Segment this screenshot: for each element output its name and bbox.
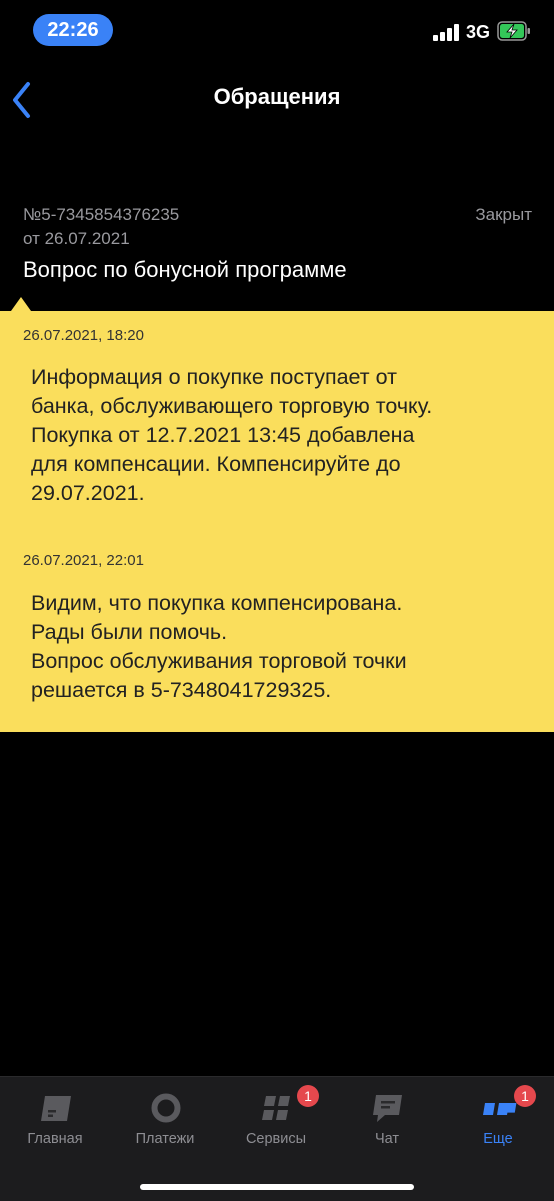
tab-label: Чат [374, 1131, 400, 1147]
notification-badge: 1 [297, 1085, 319, 1107]
tab-home[interactable]: Главная [0, 1077, 110, 1167]
tab-more[interactable]: 1 Еще [443, 1077, 553, 1167]
tab-label: Еще [483, 1131, 513, 1147]
tab-chat[interactable]: Чат [332, 1077, 442, 1167]
grid-icon [262, 1096, 290, 1120]
message-line: решается в 5-7348041729325. [31, 678, 332, 702]
message-line: Видим, что покупка компенсирована. [31, 591, 403, 615]
message-line: 29.07.2021. [31, 481, 145, 505]
chat-icon [373, 1095, 402, 1122]
message-line: Рады были помочь. [31, 620, 228, 644]
tab-label: Сервисы [245, 1131, 307, 1147]
ticket-number: №5-7345854376235 [23, 205, 180, 224]
ticket-subject: Вопрос по бонусной программе [23, 257, 347, 282]
network-type: 3G [466, 22, 491, 42]
notification-badge: 1 [514, 1085, 536, 1107]
tab-payments[interactable]: Платежи [110, 1077, 220, 1167]
message-line: для компенсации. Компенсируйте до [31, 452, 401, 476]
battery-charging-icon [497, 21, 530, 41]
tab-services[interactable]: 1 Сервисы [221, 1077, 331, 1167]
tab-bar: Главная Платежи 1 Сервисы Чат 1 Еще [0, 1076, 554, 1201]
page-title: Обращения [213, 84, 341, 109]
message-line: Информация о покупке поступает от [31, 365, 397, 389]
nav-header: Обращения [0, 70, 554, 128]
message-thread: 26.07.2021, 18:20 Информация о покупке п… [0, 311, 554, 732]
signal-icon [433, 24, 463, 41]
card-icon [41, 1096, 71, 1121]
status-bar: 22:26 3G [0, 0, 554, 60]
message-line: Покупка от 12.7.2021 13:45 добавлена [31, 423, 415, 447]
tab-label: Главная [27, 1131, 83, 1147]
message-time: 26.07.2021, 22:01 [23, 552, 144, 569]
message-text: Видим, что покупка компенсирована. Рады … [31, 589, 536, 705]
bubble-tail [11, 297, 31, 311]
home-indicator [140, 1184, 414, 1190]
message-line: банка, обслуживающего торговую точку. [31, 394, 433, 418]
message-line: Вопрос обслуживания торговой точки [31, 649, 407, 673]
ticket-date: от 26.07.2021 [23, 229, 130, 248]
message-time: 26.07.2021, 18:20 [23, 327, 144, 344]
ticket-status: Закрыт [475, 205, 532, 224]
message-text: Информация о покупке поступает от банка,… [31, 363, 536, 508]
circle-icon [151, 1093, 181, 1123]
status-time: 22:26 [33, 14, 113, 46]
tab-label: Платежи [135, 1131, 195, 1147]
